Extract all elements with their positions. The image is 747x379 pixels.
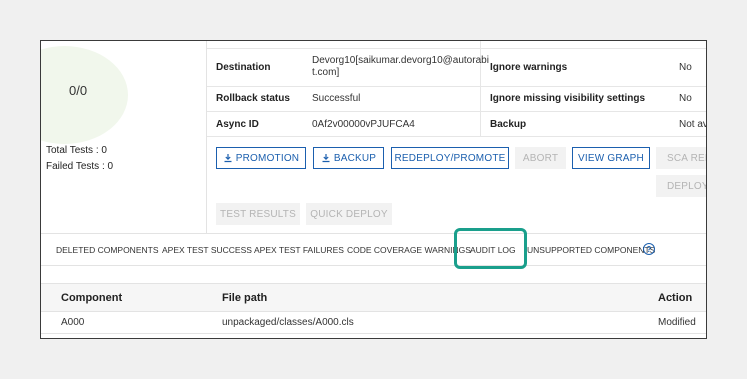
async-id-value: 0Af2v00000vPJUFCA4 <box>312 119 415 130</box>
abort-label: ABORT <box>522 152 559 164</box>
test-results-button[interactable]: TEST RESULTS <box>216 203 300 225</box>
table-spacer <box>41 266 706 284</box>
redeploy-promote-button[interactable]: REDEPLOY/PROMOTE <box>391 147 509 169</box>
deploy-button[interactable]: DEPLOYE <box>656 175 706 197</box>
row-component: A000 <box>61 317 85 328</box>
redeploy-promote-label: REDEPLOY/PROMOTE <box>394 152 506 164</box>
async-row: Async ID 0Af2v00000vPJUFCA4 Backup Not a… <box>207 112 707 137</box>
test-results-label: TEST RESULTS <box>220 208 296 220</box>
backup-button[interactable]: BACKUP <box>313 147 384 169</box>
rollback-row: Rollback status Successful Ignore missin… <box>207 87 706 112</box>
backup-label: Backup <box>490 119 527 130</box>
tab-unsupported-components[interactable]: UNSUPPORTED COMPONENTS <box>527 245 655 255</box>
failed-tests-label: Failed Tests : 0 <box>46 161 114 172</box>
backup-value: Not av <box>679 119 707 130</box>
audit-log-highlight <box>454 228 527 269</box>
tab-apex-test-failures[interactable]: APEX TEST FAILURES <box>254 245 344 255</box>
sca-report-label: SCA REP <box>667 152 706 164</box>
row-action: Modified <box>658 317 696 328</box>
backup-label: BACKUP <box>333 152 377 164</box>
header-action: Action <box>658 292 693 304</box>
tab-deleted-components[interactable]: DELETED COMPONENTS <box>56 245 159 255</box>
tab-code-coverage-warnings[interactable]: CODE COVERAGE WARNINGS <box>347 245 471 255</box>
abort-button[interactable]: ABORT <box>515 147 566 169</box>
components-table-header: Component File path Action <box>41 284 706 312</box>
quick-deploy-label: QUICK DEPLOY <box>310 208 388 220</box>
download-icon <box>322 154 330 163</box>
ignore-missing-value: No <box>679 93 692 104</box>
tests-ratio: 0/0 <box>69 83 88 98</box>
row-file-path: unpackaged/classes/A000.cls <box>222 317 354 328</box>
header-file-path: File path <box>222 292 268 304</box>
sca-report-button[interactable]: SCA REP <box>656 147 706 169</box>
destination-row: Destination Devorg10[saikumar.devorg10@a… <box>207 49 706 87</box>
ignore-warnings-label: Ignore warnings <box>490 62 568 73</box>
promotion-button[interactable]: PROMOTION <box>216 147 306 169</box>
component-tabs: DELETED COMPONENTS APEX TEST SUCCESS APE… <box>41 233 706 266</box>
ignore-warnings-value: No <box>679 62 692 73</box>
promotion-label: PROMOTION <box>235 152 300 164</box>
destination-value-line1: Devorg10[saikumar.devorg10@autorabi <box>312 55 489 66</box>
header-component: Component <box>61 292 123 304</box>
destination-value-line2: t.com] <box>312 67 340 78</box>
view-graph-button[interactable]: VIEW GRAPH <box>572 147 650 169</box>
download-icon <box>224 154 232 163</box>
table-row: A000 unpackaged/classes/A000.cls Modifie… <box>41 312 706 334</box>
help-circle-icon[interactable]: ? <box>643 243 655 255</box>
async-id-label: Async ID <box>216 119 259 130</box>
total-tests-label: Total Tests : 0 <box>46 145 107 156</box>
ignore-missing-label: Ignore missing visibility settings <box>490 93 646 104</box>
rollback-value: Successful <box>312 93 361 104</box>
rollback-label: Rollback status <box>216 93 290 104</box>
view-graph-label: VIEW GRAPH <box>578 152 644 164</box>
quick-deploy-button[interactable]: QUICK DEPLOY <box>306 203 392 225</box>
deploy-label: DEPLOYE <box>667 180 706 192</box>
destination-label: Destination <box>216 62 271 73</box>
deployment-detail-panel: 0/0 Total Tests : 0 Failed Tests : 0 Des… <box>40 40 707 339</box>
tab-apex-test-success[interactable]: APEX TEST SUCCESS <box>162 245 252 255</box>
